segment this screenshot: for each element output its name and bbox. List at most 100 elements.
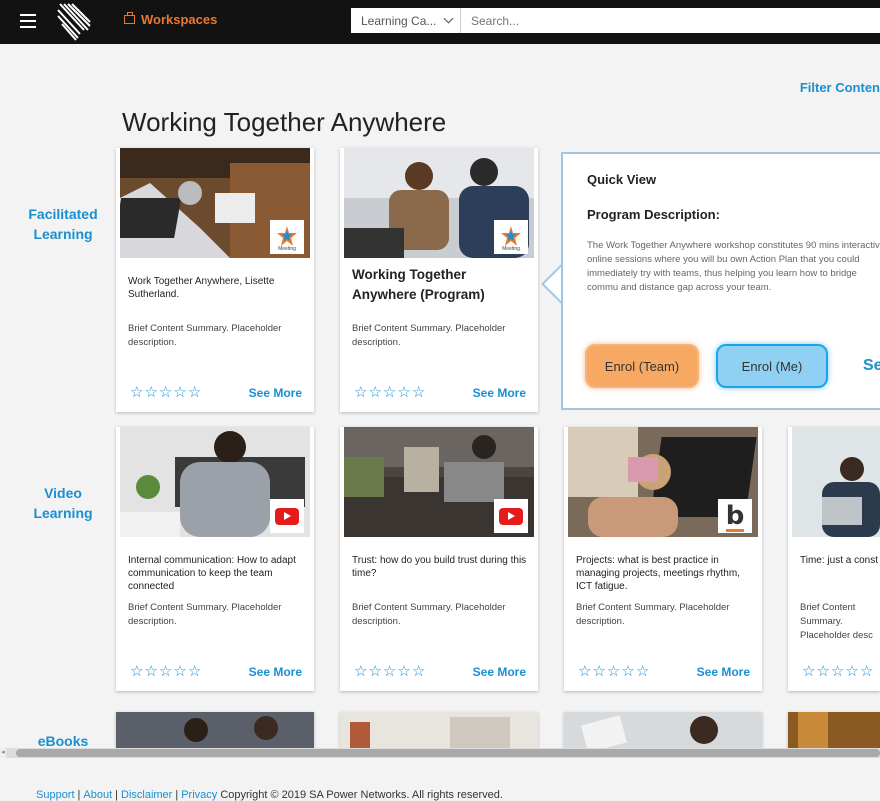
- footer-support-link[interactable]: Support: [36, 789, 75, 801]
- filter-content-link[interactable]: Filter Conten: [800, 80, 880, 95]
- ebook-card[interactable]: [564, 712, 762, 748]
- category-facilitated-learning: Facilitated Learning: [28, 206, 98, 242]
- search-category-select[interactable]: Learning Ca...: [351, 8, 461, 33]
- star-icon[interactable]: ☆: [130, 385, 143, 400]
- footer: Support | About | Disclaimer | Privacy Copyrig…: [36, 789, 503, 801]
- enrol-team-button[interactable]: Enrol (Team): [585, 344, 699, 388]
- card-title: Internal communication: How to adapt com…: [128, 555, 296, 592]
- see-more-link[interactable]: See More: [249, 665, 302, 679]
- workspaces-label: Workspaces: [141, 12, 218, 27]
- scrollbar-thumb[interactable]: [16, 749, 880, 757]
- card-thumbnail: Meeting: [344, 148, 534, 258]
- star-rating[interactable]: ☆ ☆ ☆ ☆ ☆: [354, 664, 425, 679]
- card-thumbnail: [344, 427, 534, 537]
- star-icon[interactable]: ☆: [621, 664, 634, 679]
- star-icon[interactable]: ☆: [802, 664, 815, 679]
- star-rating[interactable]: ☆ ☆ ☆ ☆ ☆: [578, 664, 649, 679]
- card-summary: Brief Content Summary. Placeholder descr…: [576, 602, 730, 627]
- youtube-badge: [270, 499, 304, 533]
- card-summary: Brief Content Summary. Placeholder descr…: [128, 602, 282, 627]
- category-video-learning: Video Learning: [33, 485, 93, 521]
- star-icon[interactable]: ☆: [397, 664, 410, 679]
- workspaces-link[interactable]: Workspaces: [124, 12, 217, 27]
- card-title: Projects: what is best practice in manag…: [576, 555, 740, 592]
- star-rating[interactable]: ☆ ☆ ☆ ☆ ☆: [130, 664, 201, 679]
- star-icon[interactable]: ☆: [159, 664, 172, 679]
- star-icon[interactable]: ☆: [845, 664, 858, 679]
- hamburger-menu-icon[interactable]: [20, 14, 36, 28]
- course-card[interactable]: Meeting Working Together Anywhere (Progr…: [340, 148, 538, 412]
- star-icon[interactable]: ☆: [130, 664, 143, 679]
- star-icon[interactable]: ☆: [173, 385, 186, 400]
- briefcase-icon: [124, 12, 135, 24]
- brand-logo: [57, 3, 91, 41]
- see-more-link[interactable]: Se: [863, 357, 880, 375]
- star-icon[interactable]: ☆: [354, 664, 367, 679]
- star-rating[interactable]: ☆ ☆ ☆ ☆ ☆: [130, 385, 201, 400]
- card-thumbnail: [792, 427, 880, 537]
- footer-about-link[interactable]: About: [83, 789, 112, 801]
- program-description-heading: Program Description:: [587, 207, 720, 222]
- card-thumbnail: b: [568, 427, 758, 537]
- star-icon[interactable]: ☆: [173, 664, 186, 679]
- see-more-link[interactable]: See More: [473, 386, 526, 400]
- course-card[interactable]: b Projects: what is best practice in man…: [564, 427, 762, 691]
- program-description-text: The Work Together Anywhere workshop cons…: [587, 240, 880, 293]
- quick-view-panel: Quick View Program Description: The Work…: [561, 152, 880, 410]
- card-summary: Brief Content Summary. Placeholder descr…: [352, 602, 506, 627]
- card-title: Time: just a const to re-think how w: [800, 555, 880, 566]
- enrol-me-button[interactable]: Enrol (Me): [716, 344, 828, 388]
- card-title: Work Together Anywhere, Lisette Sutherla…: [128, 276, 275, 300]
- meeting-badge: Meeting: [270, 220, 304, 254]
- chevron-down-icon: [443, 13, 454, 24]
- star-icon[interactable]: ☆: [368, 664, 381, 679]
- star-icon[interactable]: ☆: [354, 385, 367, 400]
- card-thumbnail: [120, 427, 310, 537]
- star-icon[interactable]: ☆: [188, 664, 201, 679]
- star-icon[interactable]: ☆: [383, 664, 396, 679]
- star-icon[interactable]: ☆: [368, 385, 381, 400]
- page-title: Working Together Anywhere: [122, 107, 447, 137]
- horizontal-scrollbar[interactable]: [6, 748, 880, 758]
- star-icon[interactable]: ☆: [397, 385, 410, 400]
- meeting-badge: Meeting: [494, 220, 528, 254]
- star-icon[interactable]: ☆: [592, 664, 605, 679]
- ebook-card[interactable]: [340, 712, 538, 748]
- star-icon[interactable]: ☆: [816, 664, 829, 679]
- star-icon[interactable]: ☆: [159, 385, 172, 400]
- star-icon[interactable]: ☆: [831, 664, 844, 679]
- star-icon[interactable]: ☆: [144, 385, 157, 400]
- star-icon[interactable]: ☆: [607, 664, 620, 679]
- star-rating[interactable]: ☆ ☆ ☆ ☆ ☆: [802, 664, 873, 679]
- course-card[interactable]: Trust: how do you build trust during thi…: [340, 427, 538, 691]
- star-icon[interactable]: ☆: [578, 664, 591, 679]
- top-bar: Workspaces Learning Ca...: [0, 0, 880, 44]
- card-title: Trust: how do you build trust during thi…: [352, 555, 527, 579]
- star-icon[interactable]: ☆: [860, 664, 873, 679]
- card-summary: Brief Content Summary. Placeholder desc: [800, 602, 873, 641]
- b-badge: b: [718, 499, 752, 533]
- footer-disclaimer-link[interactable]: Disclaimer: [121, 789, 172, 801]
- card-summary: Brief Content Summary. Placeholder descr…: [352, 323, 506, 348]
- course-card[interactable]: Internal communication: How to adapt com…: [116, 427, 314, 691]
- star-icon[interactable]: ☆: [412, 385, 425, 400]
- footer-privacy-link[interactable]: Privacy: [181, 789, 217, 801]
- course-card[interactable]: Meeting Work Together Anywhere, Lisette …: [116, 148, 314, 412]
- search-input[interactable]: [461, 8, 880, 33]
- star-icon[interactable]: ☆: [412, 664, 425, 679]
- youtube-badge: [494, 499, 528, 533]
- ebook-card[interactable]: [788, 712, 880, 748]
- see-more-link[interactable]: See More: [697, 665, 750, 679]
- star-icon[interactable]: ☆: [144, 664, 157, 679]
- star-icon[interactable]: ☆: [188, 385, 201, 400]
- ebook-card[interactable]: [116, 712, 314, 748]
- card-title: Working Together Anywhere (Program): [352, 267, 485, 302]
- star-icon[interactable]: ☆: [383, 385, 396, 400]
- course-card[interactable]: Time: just a const to re-think how w Bri…: [788, 427, 880, 691]
- see-more-link[interactable]: See More: [249, 386, 302, 400]
- youtube-icon: [275, 507, 299, 525]
- star-rating[interactable]: ☆ ☆ ☆ ☆ ☆: [354, 385, 425, 400]
- star-icon[interactable]: ☆: [636, 664, 649, 679]
- see-more-link[interactable]: See More: [473, 665, 526, 679]
- youtube-icon: [499, 507, 523, 525]
